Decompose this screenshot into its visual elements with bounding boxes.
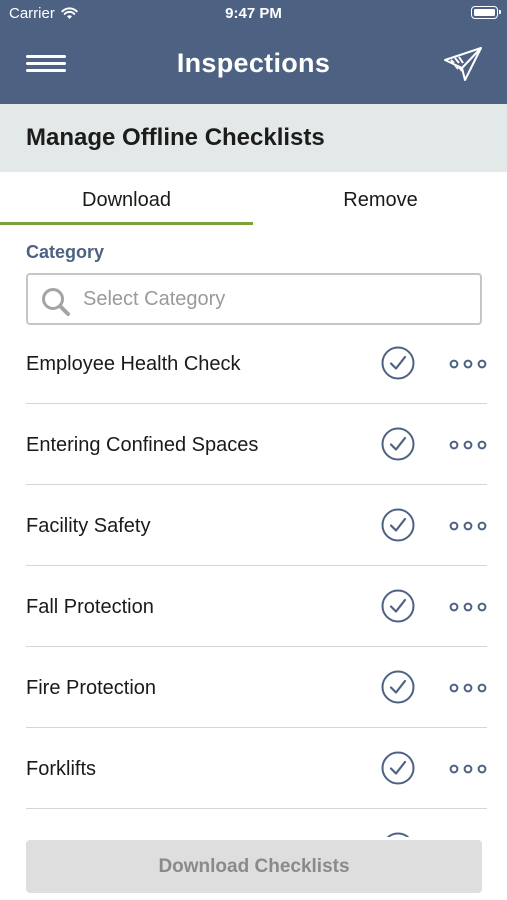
status-time: 9:47 PM [225,5,282,22]
list-item[interactable]: Fall Protection [26,566,487,647]
more-options-icon[interactable] [449,764,487,774]
checklist-name: Fall Protection [26,596,154,618]
checklist-name: Facility Safety [26,515,151,537]
more-options-icon[interactable] [449,359,487,369]
more-options-icon[interactable] [449,521,487,531]
check-circle-icon[interactable] [381,508,415,542]
checklist-list: Employee Health Check Entering Confined … [26,323,487,837]
checklist-name: Fire Protection [26,677,157,699]
more-options-icon[interactable] [449,602,487,612]
search-icon [42,288,70,316]
more-options-icon[interactable] [449,683,487,693]
page-title: Inspections [176,48,331,78]
section-header: Manage Offline Checklists [0,104,507,172]
tab-remove[interactable]: Remove [254,172,507,225]
category-label: Category [26,242,105,262]
tab-bar: Download Remove [0,172,507,225]
check-circle-icon[interactable] [381,346,415,380]
checklist-name: Entering Confined Spaces [26,434,259,456]
checklist-name: Forklifts [26,758,96,780]
list-item[interactable]: Employee Health Check [26,323,487,404]
check-circle-icon[interactable] [381,427,415,461]
list-item-partial[interactable] [26,809,487,837]
list-item[interactable]: Fire Protection [26,647,487,728]
list-item[interactable]: Forklifts [26,728,487,809]
more-options-icon[interactable] [449,440,487,450]
category-search[interactable] [26,273,482,325]
category-search-input[interactable] [83,283,463,315]
app-logo-icon [444,47,482,81]
list-item[interactable]: Entering Confined Spaces [26,404,487,485]
tab-download[interactable]: Download [0,172,253,225]
checklist-name: Employee Health Check [26,353,241,375]
check-circle-icon[interactable] [381,832,415,837]
battery-icon [471,6,501,19]
download-checklists-button[interactable]: Download Checklists [26,840,482,893]
check-circle-icon[interactable] [381,751,415,785]
check-circle-icon[interactable] [381,670,415,704]
status-bar: Carrier 9:47 PM [0,0,507,28]
list-item[interactable]: Facility Safety [26,485,487,566]
app-header: Carrier 9:47 PM Inspections [0,0,507,104]
check-circle-icon[interactable] [381,589,415,623]
